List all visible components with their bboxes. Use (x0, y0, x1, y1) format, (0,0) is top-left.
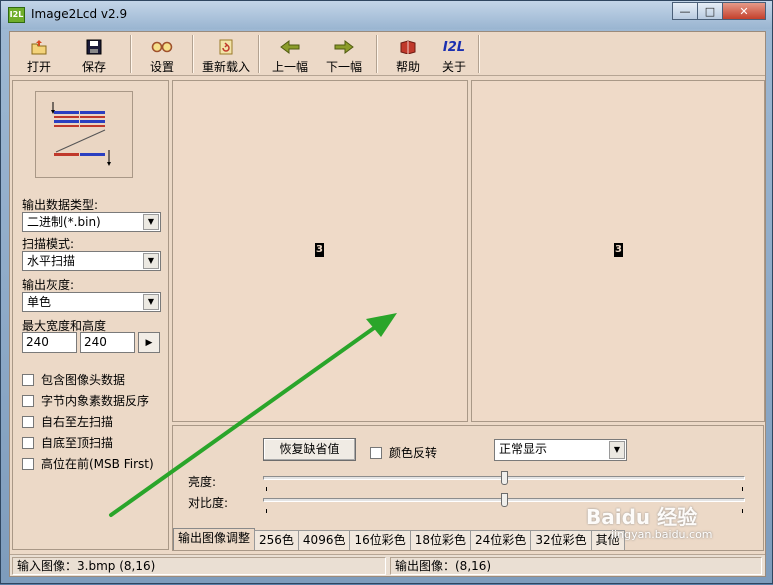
annotation-arrow (109, 313, 397, 517)
app-window: I2L Image2Lcd v2.9 — □ ✕ 打开 保存 设置 重新载入 上… (0, 0, 773, 584)
watermark-url: jingyan.baidu.com (611, 528, 713, 541)
watermark-logo: Baidu 经验 (586, 505, 698, 529)
